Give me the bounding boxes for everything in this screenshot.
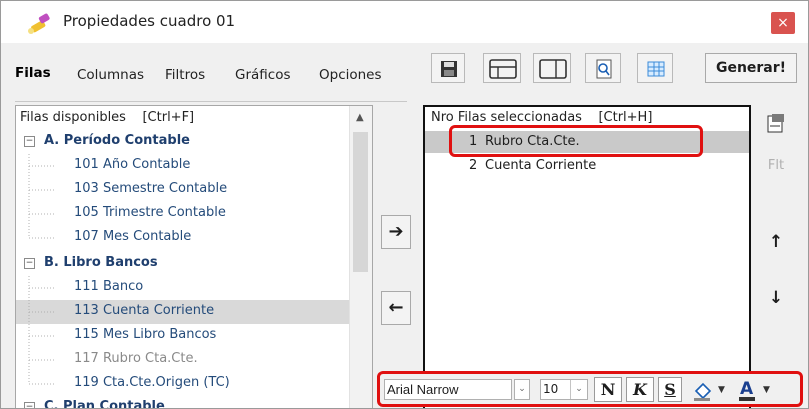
vertical-scrollbar[interactable]: ▲ xyxy=(349,106,372,408)
tree-connector-icon xyxy=(28,372,54,385)
tab-filtros[interactable]: Filtros xyxy=(165,67,205,89)
tree-group[interactable]: − B. Libro Bancos xyxy=(16,252,351,276)
font-name-value: Arial Narrow xyxy=(387,382,459,397)
tree-item-selected[interactable]: 113 Cuenta Corriente xyxy=(16,300,351,324)
highlight-box xyxy=(449,125,703,157)
selected-row[interactable]: 2 Cuenta Corriente xyxy=(425,155,749,177)
font-name-select[interactable]: Arial Narrow xyxy=(384,379,512,400)
properties-icon xyxy=(767,114,784,133)
preview-button[interactable] xyxy=(585,53,621,83)
tree-group[interactable]: − C. Plan Contable xyxy=(16,396,351,409)
pencil-app-icon xyxy=(28,13,50,34)
scroll-up-icon[interactable]: ▲ xyxy=(356,112,364,123)
tree-item[interactable]: 117 Rubro Cta.Cte. xyxy=(16,348,351,372)
tab-label: Gráficos xyxy=(235,67,291,83)
bold-button[interactable]: N xyxy=(594,377,622,402)
tree-item-label: 101 Año Contable xyxy=(74,157,191,172)
tree-item-label: 105 Trimestre Contable xyxy=(74,205,226,220)
properties-window: Propiedades cuadro 01 × Filas Columnas F… xyxy=(0,0,809,409)
save-button[interactable] xyxy=(431,53,465,83)
tab-opciones[interactable]: Opciones xyxy=(319,67,382,89)
add-row-button[interactable]: ➔ xyxy=(381,215,411,249)
strike-button[interactable]: S xyxy=(658,377,682,402)
tab-label: Filas xyxy=(15,65,51,81)
available-rows-panel: Filas disponibles [Ctrl+F] − A. Período … xyxy=(15,105,373,409)
tab-label: Opciones xyxy=(319,67,382,83)
tree-connector-icon xyxy=(28,300,54,324)
tree-connector-icon xyxy=(28,202,54,226)
font-size-value: 10 xyxy=(543,382,559,396)
tab-filas[interactable]: Filas xyxy=(15,65,51,87)
tab-graficos[interactable]: Gráficos xyxy=(235,67,291,89)
tree-item-label: 117 Rubro Cta.Cte. xyxy=(74,351,198,366)
svg-text:▼: ▼ xyxy=(718,385,725,395)
collapse-icon[interactable]: − xyxy=(24,136,35,147)
tree-connector-icon xyxy=(28,348,54,372)
filter-button[interactable]: Flt xyxy=(759,151,793,181)
tree-item[interactable]: 115 Mes Libro Bancos xyxy=(16,324,351,348)
tree-item[interactable]: 101 Año Contable xyxy=(16,154,351,178)
collapse-icon[interactable]: − xyxy=(24,258,35,269)
collapse-icon[interactable]: − xyxy=(24,402,35,408)
remove-row-button[interactable]: ← xyxy=(381,291,411,325)
window-title: Propiedades cuadro 01 xyxy=(63,12,236,30)
grid-icon xyxy=(647,61,665,77)
tree-item[interactable]: 103 Semestre Contable xyxy=(16,178,351,202)
group-label: A. Período Contable xyxy=(44,133,190,148)
properties-button[interactable] xyxy=(759,109,793,139)
tree-connector-icon xyxy=(28,324,54,348)
font-color-button[interactable]: A ▼ xyxy=(736,377,778,402)
tree-item-label: 113 Cuenta Corriente xyxy=(74,303,215,318)
group-label: C. Plan Contable xyxy=(44,399,165,409)
group-label: B. Libro Bancos xyxy=(44,255,158,270)
tab-columnas[interactable]: Columnas xyxy=(77,67,144,89)
chevron-down-icon[interactable]: ⌄ xyxy=(570,380,587,399)
tree-connector-icon xyxy=(28,178,54,202)
tree-item-label: 111 Banco xyxy=(74,279,144,294)
row-name: Cuenta Corriente xyxy=(485,158,597,173)
tree-item-label: 115 Mes Libro Bancos xyxy=(74,327,217,342)
tree-item-label: 107 Mes Contable xyxy=(74,229,192,244)
tree-group[interactable]: − A. Período Contable xyxy=(16,130,351,154)
svg-text:A: A xyxy=(740,379,754,399)
row-number: 2 xyxy=(469,158,478,173)
tree-connector-icon xyxy=(28,154,54,178)
close-button[interactable]: × xyxy=(771,12,795,34)
font-size-select[interactable]: 10 ⌄ xyxy=(540,379,588,400)
tree-item[interactable]: 107 Mes Contable xyxy=(16,226,351,250)
layout-rows-button[interactable] xyxy=(483,53,521,83)
scroll-thumb[interactable] xyxy=(353,132,368,272)
tab-label: Filtros xyxy=(165,67,206,83)
font-color-icon: A ▼ xyxy=(739,379,770,401)
title-bar: Propiedades cuadro 01 × xyxy=(1,1,808,43)
selected-header: Nro Filas seleccionadas [Ctrl+H] xyxy=(431,110,653,125)
tree-item-label: 119 Cta.Cte.Origen (TC) xyxy=(74,375,230,390)
tree-item[interactable]: 119 Cta.Cte.Origen (TC) xyxy=(16,372,351,396)
move-up-button[interactable]: ↑ xyxy=(759,227,793,257)
tab-underline xyxy=(15,101,407,102)
available-header: Filas disponibles [Ctrl+F] xyxy=(20,110,195,125)
tree-connector-icon xyxy=(28,276,54,300)
highlight-color-button[interactable]: ▼ xyxy=(690,377,732,402)
move-down-button[interactable]: ↓ xyxy=(759,283,793,313)
generate-button[interactable]: Generar! xyxy=(705,53,797,83)
tree-item[interactable]: 105 Trimestre Contable xyxy=(16,202,351,226)
tree-item-label: 103 Semestre Contable xyxy=(74,181,228,196)
format-toolbar: Arial Narrow ⌄ 10 ⌄ N K S ▼ A ▼ xyxy=(377,371,803,407)
layout-rows-icon xyxy=(489,59,517,79)
preview-icon xyxy=(596,59,612,79)
italic-button[interactable]: K xyxy=(626,377,654,402)
tab-label: Columnas xyxy=(77,67,145,83)
layout-columns-icon xyxy=(539,59,567,79)
save-icon xyxy=(441,61,457,77)
paint-bucket-icon: ▼ xyxy=(694,382,725,401)
tree-item[interactable]: 111 Banco xyxy=(16,276,351,300)
chevron-down-icon[interactable]: ⌄ xyxy=(514,379,530,400)
grid-button[interactable] xyxy=(637,53,673,83)
layout-columns-button[interactable] xyxy=(533,53,571,83)
tree-connector-icon xyxy=(28,226,54,239)
svg-text:▼: ▼ xyxy=(763,385,770,395)
